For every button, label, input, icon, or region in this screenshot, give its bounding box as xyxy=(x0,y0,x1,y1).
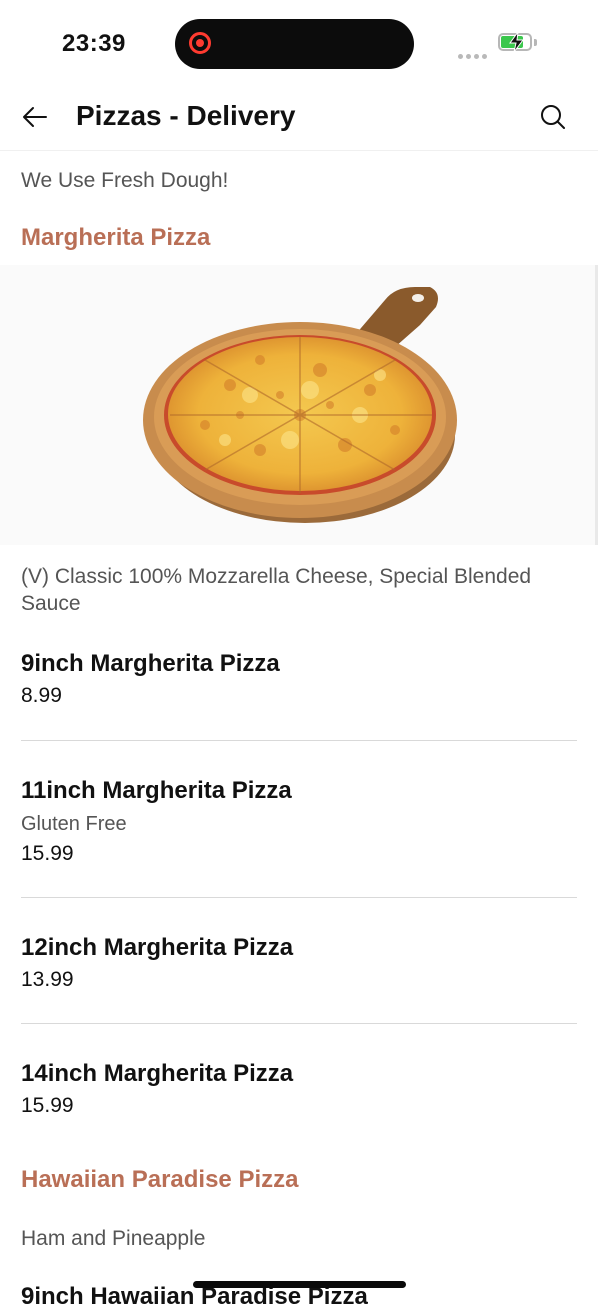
section-title-margherita: Margherita Pizza xyxy=(21,224,211,251)
search-button[interactable] xyxy=(538,102,568,132)
item-name: 9inch Margherita Pizza xyxy=(21,650,280,677)
screen-recording-icon xyxy=(189,32,211,54)
status-bar: 23:39 xyxy=(0,0,598,90)
search-icon xyxy=(541,105,565,129)
item-price: 15.99 xyxy=(21,1094,74,1117)
menu-item[interactable]: 11inch Margherita Pizza Gluten Free 15.9… xyxy=(21,777,577,866)
item-price: 15.99 xyxy=(21,842,74,865)
menu-item[interactable]: 14inch Margherita Pizza 15.99 xyxy=(21,1060,577,1118)
signal-icon xyxy=(458,46,490,64)
home-indicator[interactable] xyxy=(193,1281,406,1288)
margherita-pizza-illustration xyxy=(143,287,457,523)
divider xyxy=(21,1023,577,1024)
back-button[interactable] xyxy=(20,102,50,132)
item-name: 12inch Margherita Pizza xyxy=(21,934,294,961)
item-name: 11inch Margherita Pizza xyxy=(21,777,292,804)
menu-tagline: We Use Fresh Dough! xyxy=(21,169,229,192)
item-price: 8.99 xyxy=(21,684,62,707)
charging-bolt-icon xyxy=(509,31,524,53)
page-title: Pizzas - Delivery xyxy=(76,100,296,131)
item-price: 13.99 xyxy=(21,968,74,991)
menu-item[interactable]: 12inch Margherita Pizza 13.99 xyxy=(21,934,577,992)
item-name: 14inch Margherita Pizza xyxy=(21,1060,294,1087)
app-header: Pizzas - Delivery xyxy=(0,90,598,151)
divider xyxy=(21,897,577,898)
battery-nub xyxy=(534,39,537,46)
menu-item[interactable]: 9inch Margherita Pizza 8.99 xyxy=(21,650,577,708)
section-description: Ham and Pineapple xyxy=(21,1227,206,1250)
status-time: 23:39 xyxy=(62,30,126,57)
section-title-hawaiian: Hawaiian Paradise Pizza xyxy=(21,1166,299,1193)
pizza-image xyxy=(0,265,598,545)
section-description: (V) Classic 100% Mozzarella Cheese, Spec… xyxy=(21,565,532,615)
arrow-left-icon xyxy=(23,107,47,127)
item-note: Gluten Free xyxy=(21,813,127,835)
dynamic-island xyxy=(175,19,414,69)
divider xyxy=(21,740,577,741)
